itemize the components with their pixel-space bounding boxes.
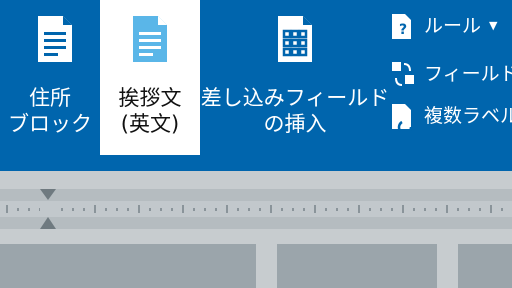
insert-field-label-1: 差し込みフィールド: [200, 86, 390, 110]
ruler-tick: [446, 205, 448, 213]
ruler-ticks: [6, 205, 503, 213]
ruler-tick: [314, 205, 316, 213]
ruler-tick: [237, 208, 239, 211]
ruler-tick: [215, 208, 217, 211]
indent-marker-icon[interactable]: [37, 189, 59, 229]
ruler-tick: [424, 208, 426, 211]
ruler-tick: [325, 208, 327, 211]
ruler-tick: [138, 205, 140, 213]
ruler-tick: [226, 205, 228, 213]
ruler-tick: [248, 208, 250, 211]
address-block-button[interactable]: 住所 ブロック: [0, 0, 100, 155]
ruler-tick: [380, 208, 382, 211]
ruler-tick: [490, 205, 492, 213]
ruler-tick: [17, 208, 19, 211]
match-fields-label: フィールドの対応: [424, 63, 512, 85]
rules-icon: ?: [392, 14, 411, 39]
ruler-tick: [358, 205, 360, 213]
ruler-tick: [28, 208, 30, 211]
ruler-tick: [6, 205, 8, 213]
ruler-tick: [149, 208, 151, 211]
document-page: [277, 244, 437, 288]
update-labels-label: 複数ラベルに反映: [424, 105, 512, 127]
ruler-tick: [270, 205, 272, 213]
greeting-label-1: 挨拶文: [118, 86, 182, 110]
document-icon: [133, 16, 167, 62]
ruler-tick: [479, 208, 481, 211]
ruler-tick: [281, 208, 283, 211]
insert-field-label-2: の挿入: [263, 112, 327, 136]
ruler-tick: [501, 208, 503, 211]
ruler-tick: [116, 208, 118, 211]
ruler-tick: [369, 208, 371, 211]
address-block-label-1: 住所: [29, 86, 71, 110]
ruler-tick: [160, 208, 162, 211]
update-labels-icon: [392, 104, 413, 132]
horizontal-ruler[interactable]: [0, 189, 512, 229]
ruler-tick: [468, 208, 470, 211]
update-labels-button[interactable]: 複数ラベルに反映: [390, 100, 512, 132]
ruler-tick: [347, 208, 349, 211]
ruler-tick: [435, 208, 437, 211]
svg-text:?: ?: [399, 22, 407, 38]
ruler-tick: [193, 208, 195, 211]
greeting-line-button[interactable]: 挨拶文 (英文): [100, 0, 200, 155]
ruler-tick: [391, 208, 393, 211]
document-page: [458, 244, 512, 288]
chevron-down-icon: ▼: [489, 19, 498, 32]
ruler-tick: [336, 208, 338, 211]
document-area: [0, 171, 512, 288]
match-fields-button[interactable]: フィールドの対応: [390, 58, 512, 90]
ruler-tick: [83, 208, 85, 211]
insert-merge-field-button[interactable]: 差し込みフィールド の挿入: [200, 0, 390, 155]
ruler-tick: [457, 208, 459, 211]
merge-field-grid-icon: [278, 16, 312, 62]
ruler-tick: [204, 208, 206, 211]
greeting-label-2: (英文): [120, 112, 180, 136]
ruler-tick: [413, 208, 415, 211]
address-block-label-2: ブロック: [8, 112, 92, 136]
ruler-tick: [61, 208, 63, 211]
match-fields-icon: [392, 62, 414, 86]
ruler-tick: [105, 208, 107, 211]
ribbon-panel: 住所 ブロック 挨拶文 (英文) 差し込みフィールド の挿入 ? ルール ▼ フ…: [0, 0, 512, 171]
ruler-tick: [303, 208, 305, 211]
ruler-tick: [72, 208, 74, 211]
ruler-tick: [182, 205, 184, 213]
ruler-tick: [259, 208, 261, 211]
ruler-tick: [127, 208, 129, 211]
ruler-tick: [171, 208, 173, 211]
ruler-tick: [292, 208, 294, 211]
rules-dropdown-button[interactable]: ? ルール ▼: [390, 10, 512, 42]
ruler-tick: [402, 205, 404, 213]
ruler-tick: [94, 205, 96, 213]
document-page: [0, 244, 256, 288]
document-icon: [38, 16, 72, 62]
rules-label: ルール: [424, 15, 482, 37]
